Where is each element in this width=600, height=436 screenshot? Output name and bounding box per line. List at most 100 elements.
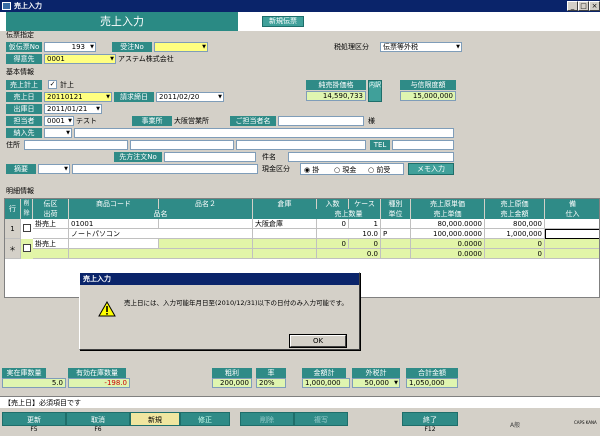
col-amount: 売上金額 bbox=[485, 209, 545, 219]
kari-no-select[interactable]: 193 bbox=[44, 42, 96, 52]
office-value: 大阪営業所 bbox=[174, 116, 224, 126]
col-price-unit: 売上単価 bbox=[411, 209, 485, 219]
row-qty[interactable]: 0.0 bbox=[317, 249, 381, 259]
row-kind[interactable]: 掛売上 bbox=[33, 219, 69, 229]
table-row[interactable]: ＊ 掛売上 0 0 0.0000 0 0.0 0.0000 0 bbox=[5, 239, 599, 259]
stock-label: 実在庫数量 bbox=[2, 368, 46, 378]
ime-indicator[interactable]: A般 bbox=[510, 420, 570, 432]
col-irisuu: 入数 bbox=[317, 199, 349, 209]
valid-stock-label: 有効在庫数量 bbox=[68, 368, 126, 378]
row-cost: 800,000 bbox=[485, 219, 545, 229]
screen-title: 売上入力 bbox=[6, 12, 238, 31]
row-delete-checkbox[interactable] bbox=[23, 244, 31, 252]
delivery-name-input[interactable] bbox=[74, 128, 454, 138]
col-remarks: 備 bbox=[545, 199, 599, 209]
address2-input[interactable] bbox=[130, 140, 234, 150]
valid-stock-value: -198.0 bbox=[68, 378, 130, 388]
row-purchase[interactable] bbox=[545, 249, 599, 259]
row-delete-checkbox[interactable] bbox=[23, 224, 31, 232]
row-name[interactable] bbox=[69, 249, 253, 259]
breakdown-button[interactable]: 内訳 bbox=[368, 80, 382, 102]
customer-order-input[interactable] bbox=[164, 152, 256, 162]
staff-code-select[interactable]: 0001 bbox=[44, 116, 74, 126]
cancel-button[interactable]: 取消 bbox=[66, 412, 130, 426]
address1-input[interactable] bbox=[24, 140, 128, 150]
tax-total-select[interactable]: 50,000 bbox=[352, 378, 400, 388]
row-irisuu[interactable]: 0 bbox=[317, 219, 349, 229]
edit-button[interactable]: 修正 bbox=[180, 412, 230, 426]
row-code[interactable]: 01001 bbox=[69, 219, 159, 229]
f12-key: F12 bbox=[424, 426, 436, 433]
new-slip-button[interactable]: 新規伝票 bbox=[262, 16, 304, 27]
summary-label: 摘要 bbox=[6, 164, 36, 174]
settle-radio-cash[interactable]: ○ 現金 bbox=[334, 165, 356, 175]
row-case[interactable]: 1 bbox=[349, 219, 381, 229]
row-name2[interactable] bbox=[159, 219, 253, 229]
sales-date-input[interactable]: 20110121 bbox=[44, 92, 112, 102]
row-remarks[interactable] bbox=[545, 219, 599, 229]
staff-name: テスト bbox=[76, 116, 116, 126]
row-cost-unit[interactable]: 0.0000 bbox=[411, 239, 485, 249]
row-unit[interactable]: P bbox=[381, 229, 411, 239]
tel-input[interactable] bbox=[392, 140, 454, 150]
col-case: ケース bbox=[349, 199, 381, 209]
summary-select[interactable] bbox=[38, 164, 70, 174]
row-remarks[interactable] bbox=[545, 239, 599, 249]
new-button[interactable]: 新規 bbox=[130, 412, 180, 426]
billing-date-input[interactable]: 2011/02/20 bbox=[156, 92, 224, 102]
contact-suffix: 様 bbox=[368, 116, 378, 126]
settle-radio-advance[interactable]: ○ 前受 bbox=[368, 165, 390, 175]
ship-date-input[interactable]: 2011/01/21 bbox=[44, 104, 102, 114]
ok-button[interactable]: OK bbox=[289, 334, 347, 348]
tax-select[interactable]: 伝票等外税 bbox=[380, 42, 462, 52]
summary-input[interactable] bbox=[72, 164, 258, 174]
update-button[interactable]: 更新 bbox=[2, 412, 66, 426]
row-price-unit[interactable]: 0.0000 bbox=[411, 249, 485, 259]
table-row[interactable]: 1 掛売上 01001 大阪倉庫 0 1 80,000.0000 800,000… bbox=[5, 219, 599, 239]
row-purchase[interactable] bbox=[545, 229, 599, 239]
rate-value: 20% bbox=[256, 378, 286, 388]
row-case[interactable]: 0 bbox=[349, 239, 381, 249]
f5-key: F5 bbox=[30, 426, 38, 433]
delete-button[interactable]: 削除 bbox=[240, 412, 294, 426]
address3-input[interactable] bbox=[236, 140, 366, 150]
row-name2[interactable] bbox=[159, 239, 253, 249]
close-button[interactable]: × bbox=[589, 1, 600, 11]
row-irisuu[interactable]: 0 bbox=[317, 239, 349, 249]
alert-dialog: 売上入力 売上日には、入力可能年月日至(2010/12/31)以下の日付のみ入力… bbox=[79, 272, 360, 350]
kari-no-label: 仮伝票No bbox=[6, 42, 42, 52]
row-kind-type[interactable] bbox=[381, 239, 411, 249]
row-kind-type[interactable] bbox=[381, 219, 411, 229]
contact-input[interactable] bbox=[278, 116, 364, 126]
f6-key: F6 bbox=[94, 426, 102, 433]
row-blank bbox=[253, 229, 317, 239]
customer-order-label: 先方注文No bbox=[114, 152, 162, 162]
row-ship[interactable] bbox=[33, 229, 69, 239]
row-ship[interactable] bbox=[33, 249, 69, 259]
row-price-unit[interactable]: 100,000.0000 bbox=[411, 229, 485, 239]
settle-radio-kake[interactable]: ◉ 掛 bbox=[304, 165, 319, 175]
memo-button[interactable]: メモ入力 bbox=[408, 163, 454, 175]
row-unit[interactable] bbox=[381, 249, 411, 259]
window-title: 売上入力 bbox=[14, 2, 42, 10]
exit-button[interactable]: 終了 bbox=[402, 412, 458, 426]
row-kind[interactable]: 掛売上 bbox=[33, 239, 69, 249]
customer-label: 得意先 bbox=[6, 54, 42, 64]
row-code[interactable] bbox=[69, 239, 159, 249]
sales-flag-label: 売上計上 bbox=[6, 80, 42, 90]
office-label: 事業所 bbox=[132, 116, 172, 126]
row-name[interactable]: ノートパソコン bbox=[69, 229, 253, 239]
customer-code-select[interactable]: 0001 bbox=[44, 54, 116, 64]
juchu-no-select[interactable] bbox=[154, 42, 208, 52]
minimize-button[interactable]: _ bbox=[567, 1, 578, 11]
sales-flag-checkbox[interactable]: ✓ bbox=[48, 80, 57, 89]
row-warehouse[interactable]: 大阪倉庫 bbox=[253, 219, 317, 229]
dialog-message: 売上日には、入力可能年月日至(2010/12/31)以下の日付のみ入力可能です。 bbox=[124, 299, 348, 307]
delivery-select[interactable] bbox=[44, 128, 72, 138]
row-warehouse[interactable] bbox=[253, 239, 317, 249]
row-qty[interactable]: 10.0 bbox=[317, 229, 381, 239]
row-cost-unit[interactable]: 80,000.0000 bbox=[411, 219, 485, 229]
subject-input[interactable] bbox=[288, 152, 454, 162]
maximize-button[interactable]: □ bbox=[578, 1, 589, 11]
copy-button[interactable]: 複写 bbox=[294, 412, 348, 426]
